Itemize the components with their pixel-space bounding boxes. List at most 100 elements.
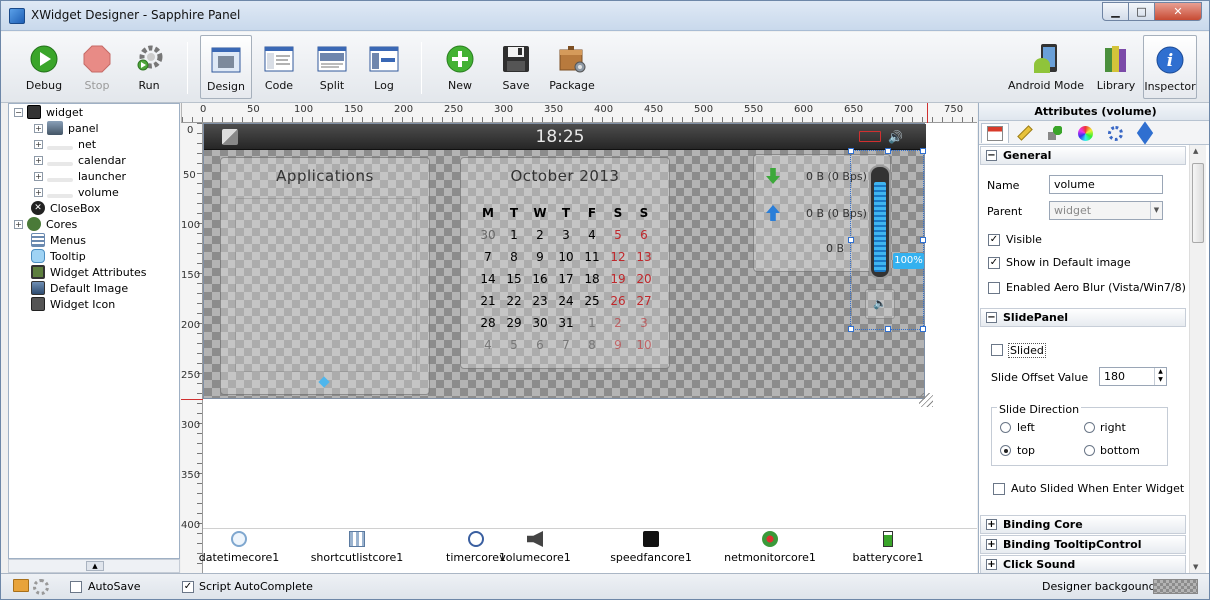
slide-offset-input[interactable]: 180 ▲ ▼ — [1099, 367, 1167, 386]
chevron-down-icon[interactable]: ▼ — [1150, 202, 1162, 219]
core-shortcutlistcore1[interactable]: shortcutlistcore1 — [311, 531, 403, 564]
expand-icon[interactable]: + — [986, 519, 997, 530]
direction-top-radio[interactable] — [1000, 445, 1011, 456]
collapse-icon[interactable]: − — [986, 312, 997, 323]
close-button[interactable]: ✕ — [1154, 2, 1202, 21]
calendar-day[interactable]: 31 — [553, 312, 579, 334]
tab-effects[interactable] — [1101, 123, 1129, 143]
volume-slider-track[interactable] — [869, 165, 891, 279]
tree-item-cores[interactable]: + Cores — [14, 216, 77, 232]
run-button[interactable]: Run — [127, 35, 171, 99]
calendar-day[interactable]: 23 — [527, 290, 553, 312]
calendar-day[interactable]: 29 — [501, 312, 527, 334]
calendar-day[interactable]: 25 — [579, 290, 605, 312]
tree-scrollbar[interactable]: ▲ — [8, 559, 180, 573]
auto-slided-checkbox[interactable] — [993, 483, 1005, 495]
tree-item-panel[interactable]: + panel — [34, 120, 99, 136]
calendar-day[interactable]: 10 — [631, 334, 657, 356]
calendar-day[interactable]: 15 — [501, 268, 527, 290]
calendar-day[interactable]: 6 — [631, 224, 657, 246]
calendar-day[interactable]: 22 — [501, 290, 527, 312]
core-netmonitorcore1[interactable]: netmonitorcore1 — [724, 531, 816, 564]
android-mode-button[interactable]: Android Mode — [1008, 35, 1084, 99]
new-button[interactable]: New — [439, 35, 481, 99]
calendar-day[interactable]: 27 — [631, 290, 657, 312]
collapse-icon[interactable]: − — [14, 107, 23, 117]
widget-preview[interactable]: 18:25 🔊 Applications October 2013 M T W — [203, 123, 926, 399]
general-section-header[interactable]: − General — [980, 146, 1186, 165]
aero-blur-checkbox[interactable] — [988, 282, 1000, 294]
tree-item-launcher[interactable]: + launcher — [34, 168, 126, 184]
core-volumecore1[interactable]: volumecore1 — [499, 531, 571, 564]
design-view-button[interactable]: Design — [200, 35, 252, 99]
core-batterycore1[interactable]: batterycore1 — [853, 531, 924, 564]
tab-attributes[interactable] — [981, 123, 1009, 143]
calendar-day[interactable]: 30 — [475, 224, 501, 246]
calendar-day[interactable]: 14 — [475, 268, 501, 290]
slided-checkbox[interactable] — [991, 344, 1003, 356]
selection-handle[interactable] — [848, 326, 854, 332]
calendar-day[interactable]: 26 — [605, 290, 631, 312]
script-autocomplete-checkbox[interactable]: ✓ — [182, 581, 194, 593]
tree-item-volume[interactable]: + volume — [34, 184, 119, 200]
direction-bottom-radio[interactable] — [1084, 445, 1095, 456]
calendar-day[interactable]: 3 — [631, 312, 657, 334]
log-view-button[interactable]: Log — [363, 35, 405, 99]
calendar-day[interactable]: 4 — [579, 224, 605, 246]
calendar-day[interactable]: 2 — [527, 224, 553, 246]
selection-handle[interactable] — [885, 148, 891, 154]
selection-handle[interactable] — [848, 148, 854, 154]
calendar-day[interactable]: 6 — [527, 334, 553, 356]
scroll-down-arrow-icon[interactable]: ▼ — [1193, 563, 1198, 571]
selection-handle[interactable] — [885, 326, 891, 332]
direction-right-radio[interactable] — [1084, 422, 1095, 433]
tree-item-calendar[interactable]: + calendar — [34, 152, 126, 168]
tab-colors[interactable] — [1071, 123, 1099, 143]
inspector-button[interactable]: i Inspector — [1143, 35, 1197, 99]
volume-panel-selection[interactable]: 100% 🔈 — [848, 148, 926, 332]
calendar-day[interactable]: 7 — [475, 246, 501, 268]
expand-icon[interactable]: + — [34, 155, 43, 165]
calendar-day[interactable]: 19 — [605, 268, 631, 290]
tab-size[interactable] — [1011, 123, 1039, 143]
calendar-day[interactable]: 12 — [605, 246, 631, 268]
tree-item-closebox[interactable]: ✕ CloseBox — [31, 200, 100, 216]
tree-item-widget[interactable]: − widget — [14, 104, 83, 120]
tree-item-menus[interactable]: Menus — [31, 232, 86, 248]
scroll-up-arrow-icon[interactable]: ▲ — [86, 561, 104, 571]
slidepanel-section-header[interactable]: − SlidePanel — [980, 308, 1186, 327]
binding-core-section-header[interactable]: + Binding Core — [980, 515, 1186, 534]
calendar-panel[interactable]: October 2013 M T W T F S S 30 1 2 3 4 5 … — [460, 157, 670, 369]
calendar-day[interactable]: 8 — [501, 246, 527, 268]
show-default-checkbox[interactable]: ✓ — [988, 257, 1000, 269]
expand-icon[interactable]: + — [34, 123, 43, 133]
debug-button[interactable]: Debug — [21, 35, 67, 99]
tree-item-widget-attributes[interactable]: Widget Attributes — [31, 264, 147, 280]
selection-handle[interactable] — [848, 237, 854, 243]
direction-left-radio[interactable] — [1000, 422, 1011, 433]
tree-item-net[interactable]: + net — [34, 136, 96, 152]
expand-icon[interactable]: + — [34, 187, 43, 197]
library-button[interactable]: Library — [1095, 35, 1137, 99]
scrollbar-thumb[interactable] — [1192, 163, 1204, 243]
calendar-day[interactable]: 11 — [579, 246, 605, 268]
calendar-day[interactable]: 9 — [605, 334, 631, 356]
inspector-scrollbar[interactable]: ▲ ▼ — [1189, 145, 1206, 573]
autosave-checkbox[interactable] — [70, 581, 82, 593]
code-view-button[interactable]: Code — [257, 35, 301, 99]
calendar-day[interactable]: 9 — [527, 246, 553, 268]
expand-icon[interactable]: + — [986, 539, 997, 550]
expand-icon[interactable]: + — [14, 219, 23, 229]
collapse-icon[interactable]: − — [986, 150, 997, 161]
parent-select[interactable]: widget ▼ — [1049, 201, 1163, 220]
calendar-day[interactable]: 5 — [605, 224, 631, 246]
calendar-day[interactable]: 30 — [527, 312, 553, 334]
tree-item-widget-icon[interactable]: Widget Icon — [31, 296, 115, 312]
mute-button[interactable]: 🔈 — [865, 289, 895, 319]
selection-handle[interactable] — [920, 237, 926, 243]
design-canvas[interactable]: 18:25 🔊 Applications October 2013 M T W — [203, 123, 977, 528]
package-button[interactable]: Package — [547, 35, 597, 99]
calendar-day[interactable]: 24 — [553, 290, 579, 312]
calendar-day[interactable]: 17 — [553, 268, 579, 290]
tree-item-tooltip[interactable]: Tooltip — [31, 248, 86, 264]
